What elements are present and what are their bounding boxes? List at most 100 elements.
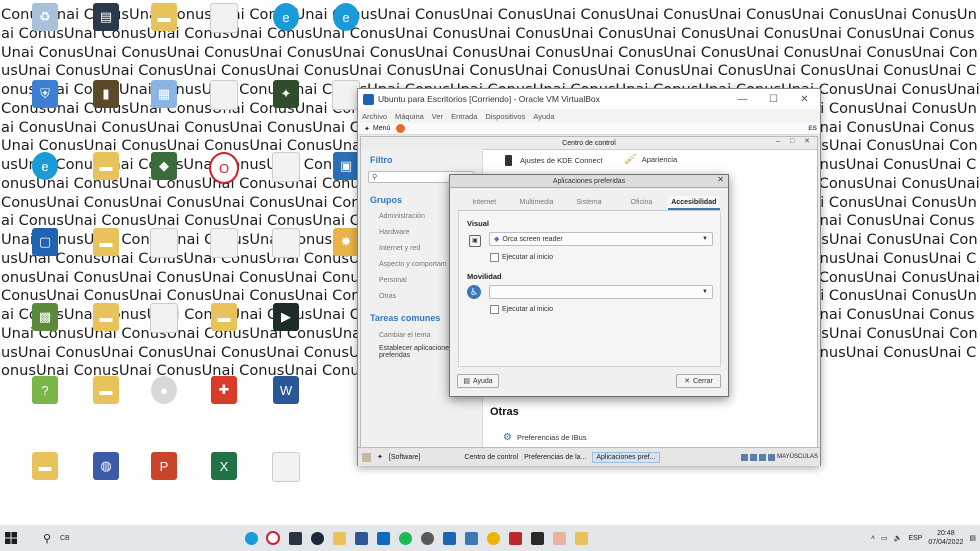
calendar-icon[interactable]: ▦	[136, 80, 192, 128]
opera-icon[interactable]	[262, 525, 284, 551]
disc-icon[interactable]: ●	[136, 376, 192, 424]
folder-icon[interactable]: ▬	[17, 452, 73, 500]
folder-icon[interactable]: ▬	[78, 228, 134, 276]
document-icon[interactable]	[136, 228, 192, 276]
app-icon[interactable]: ◍	[78, 452, 134, 500]
maximize-icon[interactable]: ☐	[758, 94, 789, 105]
keyboard-layout[interactable]: ES	[808, 125, 817, 132]
tab-multimedia[interactable]: Multimedia	[510, 196, 562, 210]
task-software[interactable]: [Software]	[389, 454, 421, 461]
minecraft-icon[interactable]: ▩	[17, 303, 73, 351]
word-icon[interactable]	[350, 525, 372, 551]
task-control-center[interactable]: Centro de control	[464, 454, 518, 461]
puzzle-icon[interactable]: ✚	[196, 376, 252, 424]
menu-entrada[interactable]: Entrada	[451, 112, 477, 121]
epic-games-icon[interactable]	[526, 525, 548, 551]
edge-icon[interactable]	[240, 525, 262, 551]
xbox-icon[interactable]	[416, 525, 438, 551]
guest-menu-button[interactable]: ✦ Menú	[364, 124, 406, 133]
recycle-bin-icon[interactable]: ♻	[17, 3, 73, 51]
mail-icon[interactable]	[372, 525, 394, 551]
tray-icon[interactable]	[750, 453, 758, 461]
document-icon[interactable]	[196, 228, 252, 276]
menu-ver[interactable]: Ver	[432, 112, 443, 121]
firefox-icon[interactable]	[396, 124, 406, 133]
document-icon[interactable]	[258, 452, 314, 500]
volume-icon[interactable]: 🔈	[894, 534, 903, 542]
close-icon[interactable]: ✕	[717, 175, 724, 184]
tray-icon[interactable]	[741, 453, 749, 461]
menu-ayuda[interactable]: Ayuda	[533, 112, 554, 121]
windows-start-icon[interactable]	[0, 525, 22, 551]
menu-dispositivos[interactable]: Dispositivos	[485, 112, 525, 121]
guest-start-icon[interactable]	[362, 452, 371, 462]
folder-icon[interactable]: ▬	[78, 303, 134, 351]
folder-icon[interactable]: ▬	[196, 303, 252, 351]
visual-start-checkbox[interactable]: Ejecutar al inicio	[490, 253, 553, 262]
shield-icon[interactable]: ⛨	[17, 80, 73, 128]
word-icon[interactable]: W	[258, 376, 314, 424]
clock[interactable]: 20:48 07/04/2022	[928, 529, 963, 547]
cube-icon[interactable]: ◆	[136, 152, 192, 200]
tab-internet[interactable]: Internet	[458, 196, 510, 210]
mobility-start-checkbox[interactable]: Ejecutar al inicio	[490, 305, 553, 314]
tab-accesibilidad[interactable]: Accesibilidad	[667, 196, 721, 210]
minimize-icon[interactable]: —	[727, 94, 758, 105]
search-text[interactable]: CB	[60, 535, 240, 542]
unity-icon[interactable]	[284, 525, 306, 551]
tray-icon[interactable]	[768, 453, 776, 461]
help-button[interactable]: ▤ Ayuda	[457, 374, 499, 388]
search-icon[interactable]: ⚲	[36, 525, 58, 551]
powerpoint-icon[interactable]: P	[136, 452, 192, 500]
virtualbox-icon[interactable]: ▢	[17, 228, 73, 276]
edge-icon[interactable]: e	[17, 152, 73, 200]
task-preferred-apps[interactable]: Aplicaciones pref...	[592, 451, 660, 463]
tray-icon[interactable]	[759, 453, 767, 461]
dialog-titlebar[interactable]: Aplicaciones preferidas ✕	[450, 175, 728, 188]
excel-icon[interactable]: X	[196, 452, 252, 500]
chevron-up-icon[interactable]: ˄	[871, 535, 875, 542]
folder-icon[interactable]: ▬	[78, 152, 134, 200]
close-icon[interactable]: ✕	[789, 94, 820, 105]
kde-connect-item[interactable]: Ajustes de KDE Connect	[505, 155, 603, 166]
ibus-item[interactable]: ⚙ Preferencias de IBus	[503, 432, 587, 443]
document-icon[interactable]	[258, 228, 314, 276]
spotify-icon[interactable]	[394, 525, 416, 551]
document-icon[interactable]	[196, 3, 252, 51]
people-icon[interactable]	[460, 525, 482, 551]
folder-icon[interactable]: ▤	[78, 3, 134, 51]
edge-icon[interactable]: e	[318, 3, 374, 51]
edge-icon[interactable]: e	[258, 3, 314, 51]
virtualbox-icon[interactable]	[438, 525, 460, 551]
filmora-icon[interactable]: ▶	[258, 303, 314, 351]
game-icon[interactable]	[548, 525, 570, 551]
folder-icon[interactable]	[328, 525, 350, 551]
document-icon[interactable]	[136, 303, 192, 351]
mobility-app-select[interactable]: ▼	[489, 285, 713, 299]
menu-archivo[interactable]: Archivo	[362, 112, 387, 121]
network-icon[interactable]: ▭	[881, 534, 888, 542]
game-icon[interactable]: ✦	[258, 80, 314, 128]
appearance-item[interactable]: 🖌 Apariencia	[624, 154, 677, 165]
question-icon[interactable]: ?	[17, 376, 73, 424]
tab-oficina[interactable]: Oficina	[615, 196, 667, 210]
task-preferences[interactable]: Preferencias de la...	[524, 454, 586, 461]
game-icon[interactable]	[504, 525, 526, 551]
tab-sistema[interactable]: Sistema	[563, 196, 615, 210]
language-indicator[interactable]: ESP	[908, 535, 922, 542]
opera-icon[interactable]: O	[196, 152, 252, 200]
document-icon[interactable]	[196, 80, 252, 128]
notification-icon[interactable]: ▤	[969, 534, 976, 542]
menu-maquina[interactable]: Máquina	[395, 112, 424, 121]
folder-icon[interactable]: ▬	[136, 3, 192, 51]
folder-icon[interactable]: ▬	[78, 376, 134, 424]
window-controls-icon[interactable]: – □ ✕	[776, 137, 814, 145]
app-icon[interactable]: ▮	[78, 80, 134, 128]
document-icon[interactable]	[258, 152, 314, 200]
app-icon[interactable]	[570, 525, 592, 551]
vbox-titlebar[interactable]: Ubuntu para Escritorios [Corriendo] - Or…	[358, 89, 820, 109]
steam-icon[interactable]	[306, 525, 328, 551]
star-icon[interactable]: ✦	[377, 453, 383, 461]
visual-app-select[interactable]: ◆ Orca screen reader ▼	[489, 232, 713, 246]
chrome-icon[interactable]	[482, 525, 504, 551]
